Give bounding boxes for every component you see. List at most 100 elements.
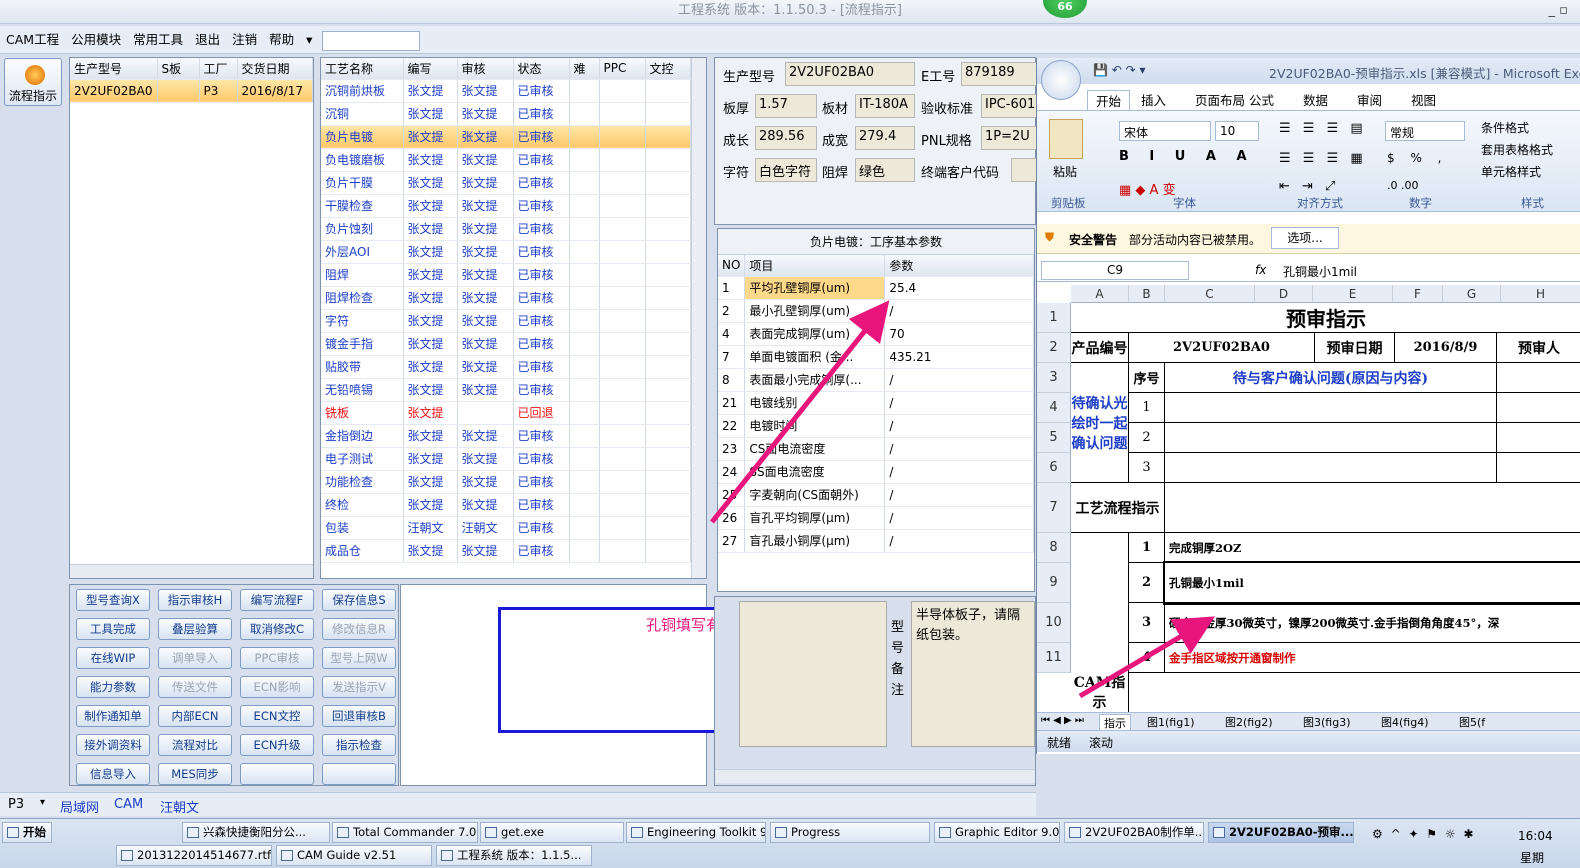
column-header[interactable]: G (1443, 285, 1501, 303)
table-row[interactable]: 镀金手指 张文提 张文提 已审核 (321, 332, 691, 356)
row-header[interactable]: 11 (1037, 643, 1071, 673)
column-header[interactable]: E (1313, 285, 1393, 303)
action-button[interactable] (322, 763, 396, 785)
table-row[interactable]: 25 字麦朝向(CS面朝外) / (718, 483, 1034, 507)
font-style-icons[interactable]: B I U A A (1119, 149, 1255, 164)
flow-instruction-button[interactable]: 流程指示 (4, 58, 62, 106)
col-header[interactable]: 交货日期 (237, 58, 314, 80)
table-row[interactable]: 贴胶带 张文提 张文提 已审核 (321, 355, 691, 379)
value-mask[interactable]: 绿色 (855, 158, 915, 182)
name-box[interactable]: C9 (1041, 261, 1189, 280)
action-button[interactable]: 修改信息R (322, 618, 396, 640)
cell[interactable] (1165, 423, 1497, 453)
align-icons[interactable]: ☰ ☰ ☰ ▤ (1279, 121, 1367, 136)
action-button[interactable]: 保存信息S (322, 589, 396, 611)
taskbar-item[interactable]: get.exe (480, 822, 624, 843)
action-button[interactable]: 发送指示V (322, 676, 396, 698)
chevron-down-icon[interactable]: ▾ (40, 797, 45, 808)
action-button[interactable]: 指示检查 (322, 734, 396, 756)
table-row[interactable]: 24 SS面电流密度 / (718, 460, 1034, 484)
col-header[interactable]: 审核 (457, 58, 514, 80)
col-header[interactable]: 编写 (403, 58, 458, 80)
action-button[interactable]: ECN文控 (240, 705, 314, 727)
table-row[interactable]: 沉铜 张文提 张文提 已审核 (321, 102, 691, 126)
item-text[interactable]: 金手指区域按开通窗制作 (1165, 643, 1580, 673)
cell[interactable] (1497, 453, 1580, 483)
action-button[interactable] (240, 763, 314, 785)
action-button[interactable]: ECN升级 (240, 734, 314, 756)
column-header[interactable]: D (1255, 285, 1313, 303)
date-value[interactable]: 2016/8/9 (1395, 333, 1497, 363)
value-eno[interactable]: 879189 (961, 62, 1037, 86)
value-customer[interactable] (1011, 158, 1037, 182)
cell[interactable] (1497, 423, 1580, 453)
align-icons-2[interactable]: ☰ ☰ ☰ ▦ (1279, 151, 1367, 166)
value-standard[interactable]: IPC-601 (981, 94, 1037, 118)
cell-styles[interactable]: 单元格样式 (1481, 163, 1541, 180)
column-header[interactable]: F (1393, 285, 1443, 303)
menu-exit[interactable]: 退出 (189, 26, 226, 54)
action-button[interactable]: 编写流程F (240, 589, 314, 611)
seq-cell[interactable]: 1 (1129, 393, 1165, 423)
col-header[interactable]: 工厂 (199, 58, 238, 80)
taskbar-item[interactable]: 2V2UF02BA0制作单... (1064, 822, 1204, 843)
menu-public[interactable]: 公用模块 (65, 26, 127, 54)
ribbon-tab[interactable]: 开始 (1087, 90, 1131, 111)
row-header[interactable]: 2 (1037, 333, 1071, 363)
column-header[interactable]: A (1071, 285, 1129, 303)
ribbon-tab[interactable]: 视图 (1411, 90, 1436, 109)
value-thickness[interactable]: 1.57 (755, 94, 817, 118)
row-header[interactable]: 1 (1037, 303, 1071, 333)
tray-icons[interactable]: ⚙ ^ ✦ ⚑ ☼ ✱ (1372, 827, 1476, 841)
item-no[interactable]: 4 (1129, 643, 1165, 673)
table-row[interactable]: 7 单面电镀面积 (金... 435.21 (718, 345, 1034, 369)
table-row[interactable]: 铣板 张文提 已回退 (321, 401, 691, 425)
menu-logout[interactable]: 注销 (226, 26, 263, 54)
action-button[interactable]: 接外调资料 (76, 734, 150, 756)
col-header[interactable]: 生产型号 (70, 58, 158, 80)
status-factory[interactable]: P3 (8, 797, 24, 812)
cell[interactable] (1165, 453, 1497, 483)
row-header[interactable]: 5 (1037, 423, 1071, 453)
item-text[interactable]: 硬金：金厚30微英寸，镍厚200微英寸.金手指倒角角度45°，深 (1165, 603, 1580, 643)
action-button[interactable]: 内部ECN (158, 705, 232, 727)
col-header[interactable]: NO (718, 255, 746, 277)
taskbar-item[interactable]: 兴森快捷衡阳分公... (182, 822, 330, 843)
table-row[interactable]: 阻焊检查 张文提 张文提 已审核 (321, 286, 691, 310)
taskbar-item[interactable]: Graphic Editor 9.07b2... (934, 822, 1060, 843)
column-header[interactable]: C (1165, 285, 1255, 303)
col-header[interactable]: 难 (569, 58, 600, 80)
sheet-nav-icons[interactable]: ⏮ ◀ ▶ ⏭ (1041, 715, 1084, 726)
options-button[interactable]: 选项... (1271, 227, 1339, 249)
item-text[interactable]: 完成铜厚2OZ (1165, 533, 1580, 563)
column-header[interactable]: H (1501, 285, 1580, 303)
table-row[interactable]: 26 盲孔平均铜厚(μm) / (718, 506, 1034, 530)
table-row[interactable]: 干膜检查 张文提 张文提 已审核 (321, 194, 691, 218)
action-button[interactable]: 制作通知单 (76, 705, 150, 727)
taskbar-item[interactable]: 20131220145146​77.rtf [... (116, 845, 272, 866)
table-row[interactable]: 沉铜前烘板 张文提 张文提 已审核 (321, 79, 691, 103)
table-row[interactable]: 负片干膜 张文提 张文提 已审核 (321, 171, 691, 195)
table-row[interactable]: 8 表面最小完成铜厚(... / (718, 368, 1034, 392)
row-header[interactable]: 9 (1037, 563, 1071, 603)
col-header[interactable]: PPC (599, 58, 646, 80)
reviewer-label[interactable]: 预审人 (1497, 333, 1580, 363)
date-label[interactable]: 预审日期 (1315, 333, 1395, 363)
value-pnl[interactable]: 1P=2U (981, 126, 1037, 150)
table-row[interactable]: 2V2UF02BA0 P3 2016/8/17 (70, 79, 314, 103)
table-format[interactable]: 套用表格格式 (1481, 141, 1553, 158)
size-select[interactable]: 10 (1215, 121, 1259, 141)
action-button[interactable]: 调单导入 (158, 647, 232, 669)
product-no[interactable]: 2V2UF02BA0 (1129, 333, 1315, 363)
cell[interactable] (1165, 483, 1580, 533)
action-button[interactable]: 回退审核B (322, 705, 396, 727)
seq-label[interactable]: 序号 (1129, 363, 1165, 393)
value-width[interactable]: 279.4 (855, 126, 915, 150)
sheet-tab[interactable]: 图2(fig2) (1221, 714, 1277, 730)
conditional-format[interactable]: 条件格式 (1481, 119, 1529, 136)
taskbar-item[interactable]: 工程系统 版本：1.1.5... (436, 845, 592, 866)
value-material[interactable]: IT-180A (855, 94, 915, 118)
product-label[interactable]: 产品编号 (1071, 333, 1129, 363)
row-header[interactable]: 4 (1037, 393, 1071, 423)
table-row[interactable]: 终检 张文提 张文提 已审核 (321, 493, 691, 517)
